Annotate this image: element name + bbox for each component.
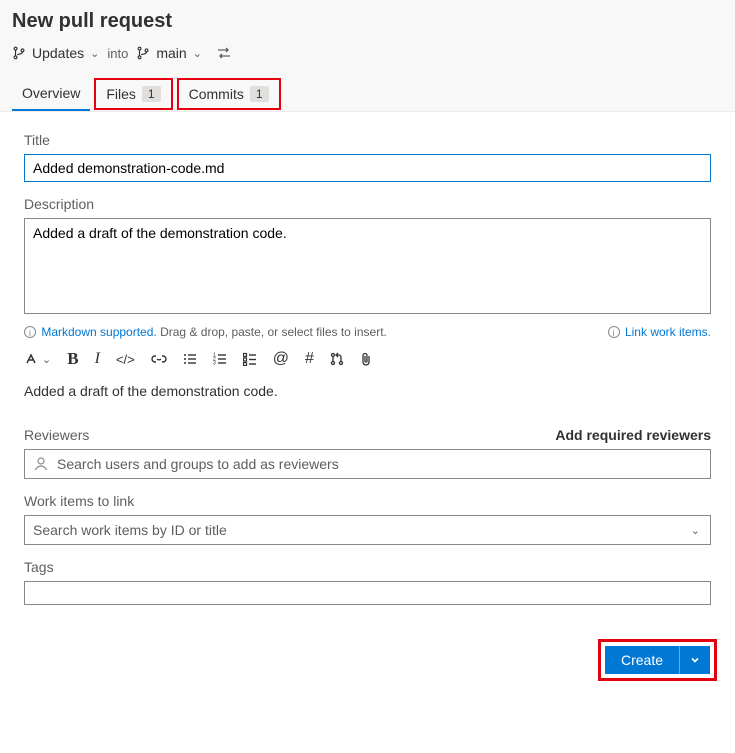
- header-region: New pull request Updates ⌄ into main ⌄: [0, 0, 735, 111]
- reviewers-placeholder: Search users and groups to add as review…: [57, 456, 702, 472]
- code-button[interactable]: </>: [116, 352, 135, 367]
- create-highlight: Create: [598, 639, 717, 681]
- hashtag-button[interactable]: #: [305, 350, 314, 368]
- tab-label: Files: [106, 86, 136, 102]
- reviewers-header: Reviewers Add required reviewers: [24, 427, 711, 443]
- italic-button[interactable]: I: [95, 350, 100, 368]
- markdown-hint-text: Drag & drop, paste, or select files to i…: [160, 325, 387, 339]
- tab-bar: Overview Files 1 Commits 1: [12, 69, 723, 111]
- branch-selector-row: Updates ⌄ into main ⌄: [12, 41, 723, 69]
- description-label: Description: [24, 196, 711, 212]
- tab-badge: 1: [250, 86, 269, 102]
- heading-dropdown[interactable]: ⌄: [24, 352, 51, 366]
- chevron-down-icon: ⌄: [193, 47, 202, 60]
- into-label: into: [107, 46, 128, 61]
- info-icon: i: [608, 326, 620, 338]
- tab-label: Overview: [22, 85, 80, 101]
- info-icon: i: [24, 326, 36, 338]
- description-input[interactable]: [24, 218, 711, 314]
- source-branch-name: Updates: [32, 45, 84, 61]
- create-dropdown-button[interactable]: [679, 646, 710, 674]
- add-required-reviewers-button[interactable]: Add required reviewers: [555, 427, 711, 443]
- checklist-button[interactable]: [243, 352, 257, 366]
- numbered-list-button[interactable]: 123: [213, 352, 227, 366]
- source-branch-picker[interactable]: Updates ⌄: [12, 45, 99, 61]
- work-items-placeholder: Search work items by ID or title: [33, 522, 702, 538]
- create-button[interactable]: Create: [605, 646, 679, 674]
- title-input[interactable]: [24, 154, 711, 182]
- branch-icon: [12, 46, 26, 60]
- tab-files[interactable]: Files 1: [94, 78, 172, 110]
- tab-overview[interactable]: Overview: [12, 77, 90, 111]
- title-label: Title: [24, 132, 711, 148]
- tags-label: Tags: [24, 559, 711, 575]
- target-branch-name: main: [156, 45, 186, 61]
- person-icon: [33, 456, 49, 472]
- tags-input[interactable]: [24, 581, 711, 605]
- create-button-label: Create: [621, 652, 663, 668]
- chevron-down-icon: ⌄: [42, 353, 51, 366]
- form-area: Title Description i Markdown supported. …: [0, 111, 735, 621]
- target-branch-picker[interactable]: main ⌄: [136, 45, 202, 61]
- link-work-items-link[interactable]: Link work items.: [625, 325, 711, 339]
- markdown-hint-row: i Markdown supported. Drag & drop, paste…: [24, 325, 711, 339]
- mention-button[interactable]: @: [273, 350, 289, 368]
- attachment-button[interactable]: [360, 352, 372, 367]
- pull-request-button[interactable]: [330, 352, 344, 366]
- bullet-list-button[interactable]: [183, 352, 197, 366]
- bold-button[interactable]: B: [67, 349, 78, 369]
- markdown-supported-link[interactable]: Markdown supported.: [41, 325, 156, 339]
- tab-badge: 1: [142, 86, 161, 102]
- description-preview: Added a draft of the demonstration code.: [24, 383, 711, 399]
- chevron-down-icon: ⌄: [90, 47, 99, 60]
- footer-actions: Create: [0, 625, 735, 699]
- chevron-down-icon: ⌄: [691, 524, 700, 537]
- reviewers-label: Reviewers: [24, 427, 89, 443]
- editor-toolbar: ⌄ B I </> 123 @ #: [24, 349, 711, 369]
- work-items-picker[interactable]: Search work items by ID or title ⌄: [24, 515, 711, 545]
- tab-label: Commits: [189, 86, 244, 102]
- link-button[interactable]: [151, 352, 167, 366]
- branch-icon: [136, 46, 150, 60]
- work-items-label: Work items to link: [24, 493, 711, 509]
- page-title: New pull request: [12, 0, 723, 41]
- chevron-down-icon: [690, 655, 700, 665]
- swap-branches-button[interactable]: [210, 46, 238, 60]
- reviewers-picker[interactable]: Search users and groups to add as review…: [24, 449, 711, 479]
- svg-text:3: 3: [213, 361, 216, 367]
- tab-commits[interactable]: Commits 1: [177, 78, 281, 110]
